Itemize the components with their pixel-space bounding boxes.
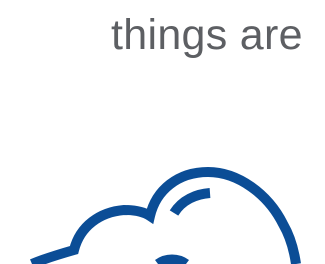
cloud-inner-arc bbox=[155, 254, 189, 264]
cloud-outline bbox=[30, 166, 301, 264]
page: things are bbox=[0, 0, 325, 264]
cloud-highlight-arc bbox=[169, 188, 211, 216]
cloud-icon bbox=[30, 166, 301, 264]
